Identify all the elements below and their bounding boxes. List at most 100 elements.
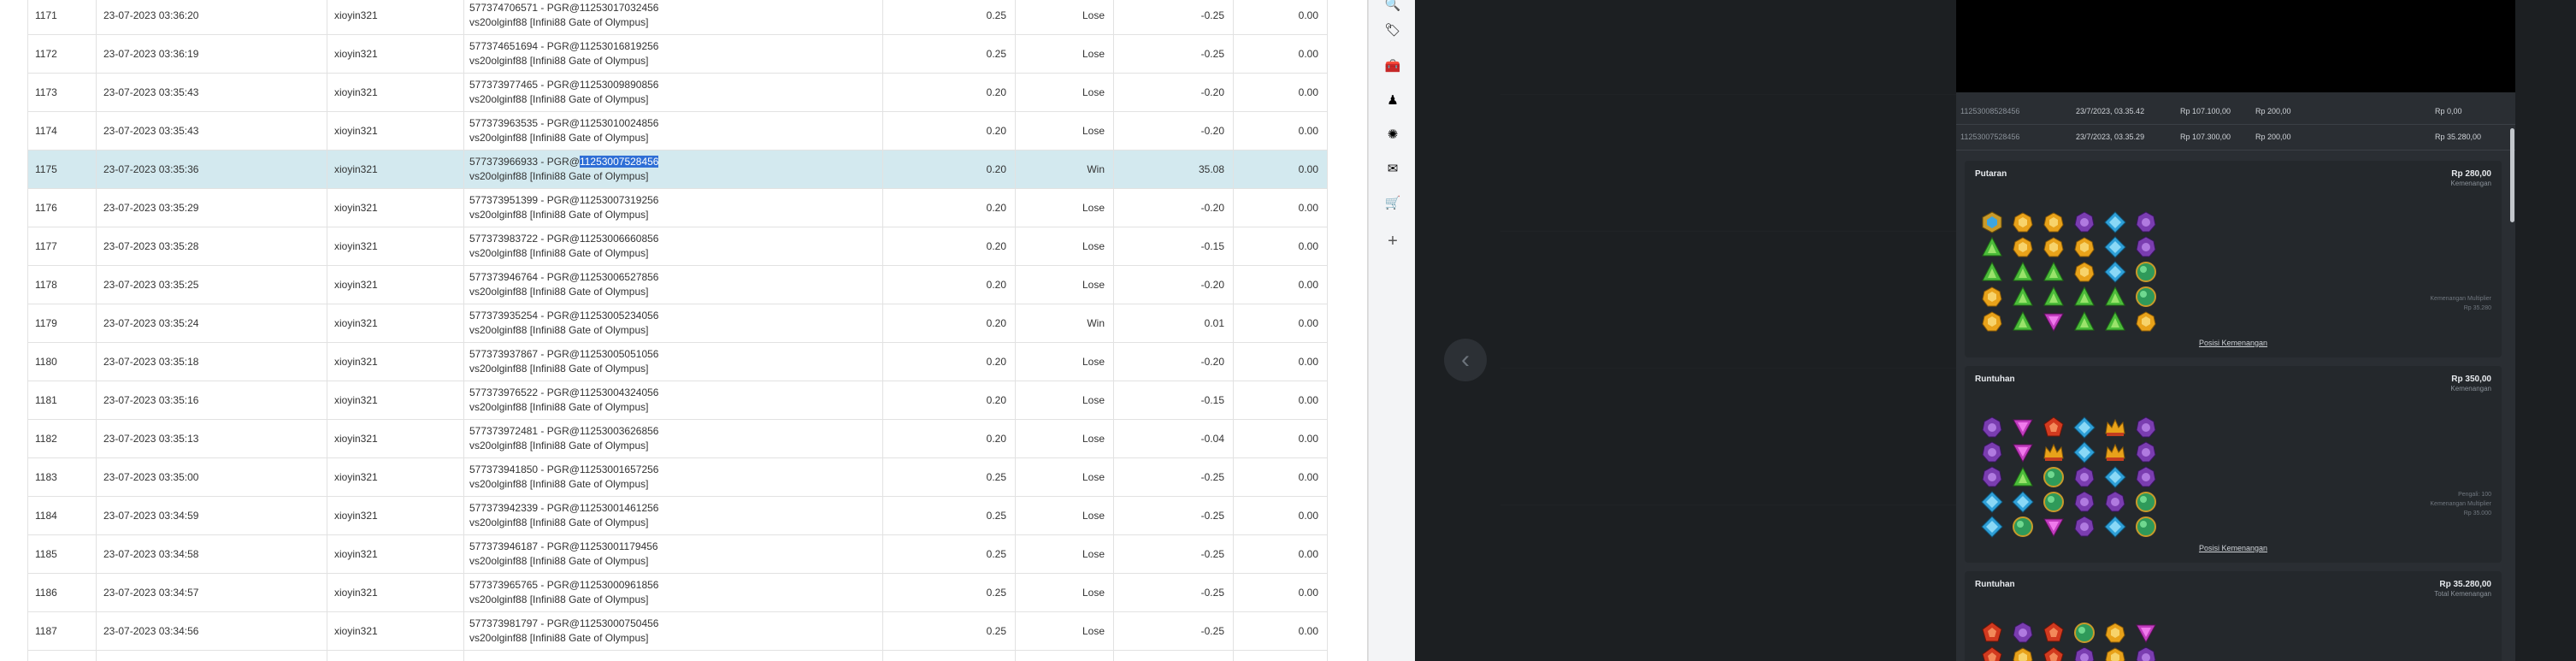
table-row[interactable]: 1187 23-07-2023 03:34:56 xioyin321 57737398… bbox=[27, 611, 1328, 651]
username: xioyin321 bbox=[327, 573, 464, 612]
previous-arrow-button[interactable]: ‹ bbox=[1444, 339, 1487, 381]
win-loss-amount: -0.20 bbox=[1113, 188, 1234, 227]
bet-history-table: 1171 23-07-2023 03:36:20 xioyin321 57737470… bbox=[27, 0, 1328, 661]
card-title: Runtuhan bbox=[1975, 375, 2015, 384]
round-card: Runtuhan Rp 350,00 Kemenangan Pengali: 100 K… bbox=[1965, 366, 2502, 563]
username: xioyin321 bbox=[327, 111, 464, 150]
panel-scrollbar[interactable] bbox=[2510, 128, 2514, 222]
purple-gem-icon bbox=[1980, 465, 2004, 489]
heart-gem-icon bbox=[2042, 515, 2066, 539]
history-row[interactable]: 11253008528456 23/7/2023, 03.35.42 Rp 107.… bbox=[1956, 98, 2515, 124]
bet-datetime: 23-07-2023 03:35:24 bbox=[96, 304, 327, 343]
globe-gem-icon bbox=[2134, 260, 2158, 284]
tag-icon[interactable]: 🏷 bbox=[1383, 21, 1402, 39]
table-row[interactable]: 1172 23-07-2023 03:36:19 xioyin321 57737465… bbox=[27, 34, 1328, 74]
transaction-detail: 577374651694 - PGR@11253016819256 vs20olg… bbox=[463, 34, 883, 74]
jackpot-amount: 0.00 bbox=[1233, 534, 1328, 574]
diamond-blue-gem-icon bbox=[2103, 515, 2127, 539]
search-icon[interactable]: 🔍 bbox=[1383, 0, 1402, 14]
table-row[interactable]: 1184 23-07-2023 03:34:59 xioyin321 57737394… bbox=[27, 496, 1328, 535]
table-row[interactable]: 1171 23-07-2023 03:36:20 xioyin321 57737470… bbox=[27, 0, 1328, 35]
copilot-icon[interactable]: ✺ bbox=[1383, 125, 1402, 144]
transaction-detail: 577373941850 - PGR@11253001657256 vs20olg… bbox=[463, 457, 883, 497]
bet-amount: 0.25 bbox=[882, 573, 1016, 612]
row-number: 1184 bbox=[27, 496, 97, 535]
diamond-blue-gem-icon bbox=[2103, 260, 2127, 284]
red-gem-icon bbox=[2042, 621, 2066, 645]
transaction-detail: 577373966933 - PGR@11253007528456 vs20olg… bbox=[463, 150, 883, 189]
orange-gem-icon bbox=[2011, 235, 2035, 259]
orange-gem-icon bbox=[2072, 260, 2096, 284]
table-row[interactable]: 577373982259 - PGR@11253000542456 bbox=[27, 650, 1328, 661]
history-row[interactable]: 11253007528456 23/7/2023, 03.35.29 Rp 107.… bbox=[1956, 124, 2515, 150]
table-row[interactable]: 1183 23-07-2023 03:35:00 xioyin321 57737394… bbox=[27, 457, 1328, 497]
outlook-icon[interactable]: ✉ bbox=[1383, 159, 1402, 178]
toolbox-icon[interactable]: 🧰 bbox=[1383, 56, 1402, 75]
win-loss-amount bbox=[1113, 650, 1234, 661]
table-row[interactable]: 1181 23-07-2023 03:35:16 xioyin321 57737397… bbox=[27, 381, 1328, 420]
win-loss-amount: -0.25 bbox=[1113, 611, 1234, 651]
bet-datetime: 23-07-2023 03:35:25 bbox=[96, 265, 327, 304]
bet-amount: 0.20 bbox=[882, 227, 1016, 266]
purple-gem-icon bbox=[2134, 440, 2158, 464]
round-detail-panel: 11253008528456 23/7/2023, 03.35.42 Rp 107.… bbox=[1956, 0, 2515, 661]
orange-gem-icon bbox=[1980, 310, 2004, 333]
table-row[interactable]: 1185 23-07-2023 03:34:58 xioyin321 57737394… bbox=[27, 534, 1328, 574]
win-loss-amount: -0.25 bbox=[1113, 573, 1234, 612]
row-number: 1171 bbox=[27, 0, 97, 35]
chevron-left-icon: ‹ bbox=[1461, 345, 1470, 374]
table-row[interactable]: 1180 23-07-2023 03:35:18 xioyin321 57737393… bbox=[27, 342, 1328, 381]
table-row[interactable]: 1174 23-07-2023 03:35:43 xioyin321 57737396… bbox=[27, 111, 1328, 150]
jackpot-amount: 0.00 bbox=[1233, 611, 1328, 651]
username: xioyin321 bbox=[327, 188, 464, 227]
winning-positions-link[interactable]: Posisi Kemenangan bbox=[1965, 339, 2502, 347]
bet-history-pane: 1171 23-07-2023 03:36:20 xioyin321 57737470… bbox=[0, 0, 1368, 661]
winning-positions-link[interactable]: Posisi Kemenangan bbox=[1965, 544, 2502, 552]
bet-datetime: 23-07-2023 03:34:59 bbox=[96, 496, 327, 535]
transaction-detail: 577373946764 - PGR@11253006527856 vs20olg… bbox=[463, 265, 883, 304]
green-gem-icon bbox=[2072, 285, 2096, 309]
row-number: 1187 bbox=[27, 611, 97, 651]
card-amount: Rp 35.280,00 bbox=[2439, 580, 2491, 589]
table-row[interactable]: 1177 23-07-2023 03:35:28 xioyin321 57737398… bbox=[27, 227, 1328, 266]
bet-datetime: 23-07-2023 03:35:16 bbox=[96, 381, 327, 420]
green-gem-icon bbox=[2042, 260, 2066, 284]
card-amount-label: Kemenangan bbox=[2450, 385, 2491, 392]
transaction-id-text: 577373941850 - PGR@11253001657256 bbox=[469, 463, 659, 475]
game-name: vs20olginf88 [Infini88 Gate of Olympus] bbox=[469, 632, 649, 644]
card-note: Rp 35.280 bbox=[2463, 305, 2491, 311]
diamond-blue-gem-icon bbox=[2103, 235, 2127, 259]
bet-amount: 0.25 bbox=[882, 534, 1016, 574]
jackpot-amount: 0.00 bbox=[1233, 0, 1328, 35]
shopping-icon[interactable]: 🛒 bbox=[1383, 193, 1402, 212]
win-loss-amount: -0.20 bbox=[1113, 342, 1234, 381]
table-row[interactable]: 1175 23-07-2023 03:35:36 xioyin321 57737396… bbox=[27, 150, 1328, 189]
bet-amount: 0.20 bbox=[882, 265, 1016, 304]
row-number: 1186 bbox=[27, 573, 97, 612]
purple-gem-icon bbox=[2072, 465, 2096, 489]
card-title: Runtuhan bbox=[1975, 580, 2015, 589]
game-name: vs20olginf88 [Infini88 Gate of Olympus] bbox=[469, 247, 649, 259]
bet-datetime: 23-07-2023 03:34:57 bbox=[96, 573, 327, 612]
table-row[interactable]: 1182 23-07-2023 03:35:13 xioyin321 57737397… bbox=[27, 419, 1328, 458]
transaction-detail: 577373972481 - PGR@11253003626856 vs20olg… bbox=[463, 419, 883, 458]
username: xioyin321 bbox=[327, 34, 464, 74]
table-row[interactable]: 1186 23-07-2023 03:34:57 xioyin321 57737396… bbox=[27, 573, 1328, 612]
selected-text-highlight[interactable]: 11253007528456 bbox=[579, 156, 659, 168]
table-row[interactable]: 1173 23-07-2023 03:35:43 xioyin321 57737397… bbox=[27, 73, 1328, 112]
round-bet: Rp 200,00 bbox=[2255, 107, 2291, 115]
table-row[interactable]: 1179 23-07-2023 03:35:24 xioyin321 57737393… bbox=[27, 304, 1328, 343]
bet-datetime: 23-07-2023 03:34:58 bbox=[96, 534, 327, 574]
transaction-id: 577373951399 - PGR@11253007319256 bbox=[469, 193, 877, 208]
chess-icon[interactable]: ♟ bbox=[1383, 91, 1402, 109]
transaction-id: 577373972481 - PGR@11253003626856 bbox=[469, 424, 877, 439]
bet-amount: 0.20 bbox=[882, 150, 1016, 189]
orange-gem-icon bbox=[2011, 210, 2035, 234]
add-icon[interactable]: + bbox=[1383, 232, 1402, 251]
table-row[interactable]: 1176 23-07-2023 03:35:29 xioyin321 57737395… bbox=[27, 188, 1328, 227]
game-name: vs20olginf88 [Infini88 Gate of Olympus] bbox=[469, 593, 649, 605]
table-row[interactable]: 1178 23-07-2023 03:35:25 xioyin321 57737394… bbox=[27, 265, 1328, 304]
transaction-id: 577373941850 - PGR@11253001657256 bbox=[469, 463, 877, 477]
diamond-blue-gem-icon bbox=[1980, 490, 2004, 514]
green-gem-icon bbox=[2011, 310, 2035, 333]
